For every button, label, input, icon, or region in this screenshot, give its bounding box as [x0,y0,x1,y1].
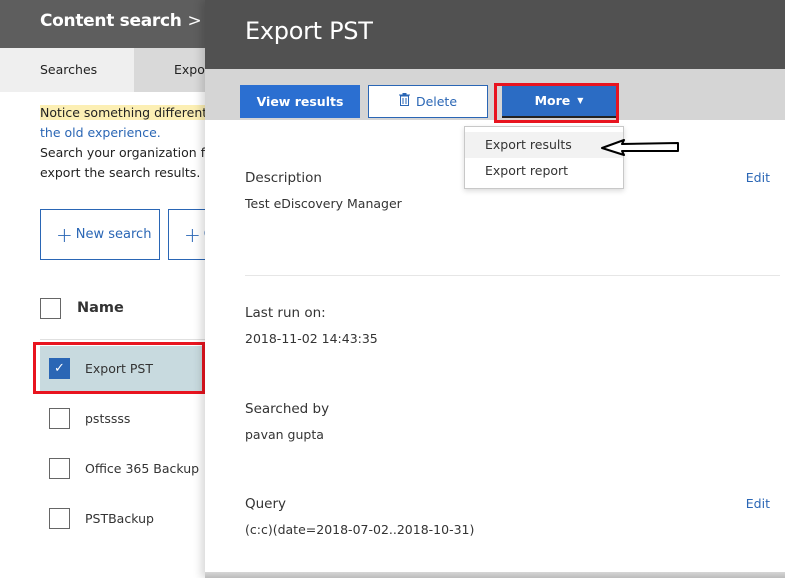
more-button[interactable]: More ▼ [502,85,616,118]
list-item-name: Export PST [85,361,153,376]
list-item[interactable]: Office 365 Backup [40,446,208,491]
app-root: Content search>S Searches Expo Notice so… [0,0,785,578]
list-item-name: PSTBackup [85,511,154,526]
list-item-name: Office 365 Backup [85,461,200,476]
edit-query-link[interactable]: Edit [746,496,770,511]
searched-by-section: Searched by pavan gupta [245,401,770,442]
list-item[interactable]: PSTBackup [40,496,208,541]
searched-by-label: Searched by [245,401,330,417]
trash-icon [398,93,410,110]
new-search-label: New search [75,227,152,242]
notice-highlight: Notice something different [40,105,208,120]
more-label: More [534,93,571,108]
query-value: (c:c)(date=2018-07-02..2018-10-31) [245,522,475,537]
last-run-value: 2018-11-02 14:43:35 [245,331,378,346]
list-divider [40,339,210,340]
plus-icon: + [184,222,201,247]
checkbox[interactable] [49,408,70,429]
breadcrumb-separator-icon: > [187,11,202,31]
description-value: Test eDiscovery Manager [245,196,402,211]
last-run-section: Last run on: 2018-11-02 14:43:35 [245,305,770,346]
section-divider [245,275,780,276]
annotation-arrow-icon [601,139,679,156]
checkbox-checked-icon[interactable]: ✓ [49,358,70,379]
tab-exports[interactable]: Expo [174,48,205,92]
select-all-checkbox[interactable] [40,297,61,319]
notice-line-3: Search your organization fo [40,145,213,160]
name-column-header[interactable]: Name [77,300,124,316]
query-label: Query [245,496,287,512]
searched-by-value: pavan gupta [245,427,324,442]
notice-text: Notice something different the old exper… [40,103,213,183]
caret-down-icon: ▼ [577,96,584,105]
details-panel: Export PST View results Delete More ▼ De… [205,0,785,578]
list-item[interactable]: ✓ Export PST [40,346,208,391]
list-item-name: pstssss [85,411,131,426]
breadcrumb: Content search>S [40,11,220,31]
breadcrumb-root[interactable]: Content search [40,11,182,31]
panel-toolbar: View results Delete More ▼ [205,69,785,120]
tab-searches[interactable]: Searches [0,48,134,92]
panel-bottom-bar [205,572,785,578]
list-header: Name [40,290,124,326]
checkbox[interactable] [49,458,70,479]
delete-button[interactable]: Delete [368,85,488,118]
panel-title: Export PST [245,17,373,45]
notice-line-4: export the search results. [40,165,201,180]
plus-icon: + [56,222,73,247]
edit-description-link[interactable]: Edit [746,170,770,185]
list-item[interactable]: pstssss [40,396,208,441]
old-experience-link[interactable]: the old experience. [40,125,161,140]
last-run-label: Last run on: [245,305,326,321]
checkbox[interactable] [49,508,70,529]
delete-label: Delete [415,94,458,109]
view-results-button[interactable]: View results [240,85,360,118]
panel-header: Export PST [205,0,785,69]
new-search-button[interactable]: + New search [40,209,160,260]
query-section: Query (c:c)(date=2018-07-02..2018-10-31)… [245,496,770,537]
menu-item-export-report[interactable]: Export report [465,158,623,184]
